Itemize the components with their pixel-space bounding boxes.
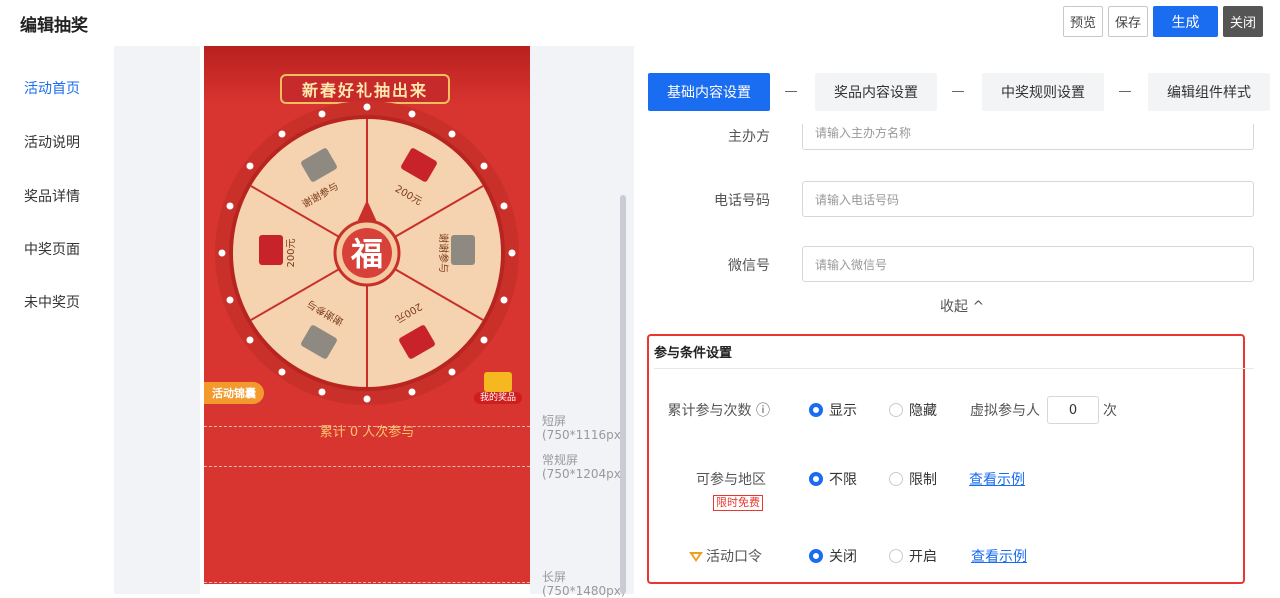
phone-preview[interactable]: 新春好礼抽出来 谢谢参与 200元 谢谢参与 200元 谢谢参与 200元 福 … <box>204 46 530 584</box>
short-screen-guide <box>204 426 530 427</box>
save-button[interactable]: 保存 <box>1108 6 1148 37</box>
phone-label: 电话号码 <box>714 193 770 209</box>
radio-limited-indicator <box>889 472 903 486</box>
activity-tips-tag[interactable]: 活动锦囊 <box>204 382 264 404</box>
radio-unlimited[interactable]: 不限 <box>809 469 857 489</box>
radio-show-indicator <box>809 403 823 417</box>
close-button[interactable]: 关闭 <box>1223 6 1263 37</box>
normal-screen-guide <box>204 466 530 467</box>
radio-off-indicator <box>809 549 823 563</box>
size-label-normal: 常规屏 (750*1204px) <box>542 453 626 481</box>
region-free-badge: 限时免费 <box>713 495 763 511</box>
sidebar-item-description[interactable]: 活动说明 <box>24 132 80 152</box>
radio-on[interactable]: 开启 <box>889 546 937 566</box>
sidebar-item-prize-details[interactable]: 奖品详情 <box>24 186 80 206</box>
generate-button[interactable]: 生成 <box>1153 6 1218 37</box>
size-label-short: 短屏 (750*1116px) <box>542 414 626 442</box>
page-title: 编辑抽奖 <box>20 16 88 36</box>
sidebar-item-winning-page[interactable]: 中奖页面 <box>24 239 80 259</box>
password-label: 活动口令 <box>706 549 762 565</box>
sidebar-item-home[interactable]: 活动首页 <box>24 78 80 98</box>
wechat-input[interactable]: 请输入微信号 <box>802 246 1254 282</box>
organizer-label: 主办方 <box>728 129 770 145</box>
radio-on-indicator <box>889 549 903 563</box>
radio-hide[interactable]: 隐藏 <box>889 400 937 420</box>
participant-count: 累计 0 人次参与 <box>319 425 415 440</box>
radio-limited[interactable]: 限制 <box>889 469 937 489</box>
wheel-center-label[interactable]: 福 <box>350 235 383 273</box>
gift-icon <box>484 372 512 392</box>
cumulative-label: 累计参与次数 ⓘ <box>667 403 770 419</box>
canvas-background-left <box>114 46 200 594</box>
phone-input[interactable]: 请输入电话号码 <box>802 181 1254 217</box>
collapse-toggle[interactable]: 收起 ^ <box>940 296 984 316</box>
radio-hide-indicator <box>889 403 903 417</box>
vip-icon <box>689 548 703 562</box>
conditions-title: 参与条件设置 <box>654 346 733 361</box>
prize-wheel[interactable]: 谢谢参与 200元 谢谢参与 200元 谢谢参与 200元 福 <box>212 98 522 408</box>
step-separator <box>785 91 797 92</box>
wechat-label: 微信号 <box>728 258 770 274</box>
my-prizes-tag[interactable]: 我的奖品 <box>474 368 522 408</box>
virtual-participants-label: 虚拟参与人 <box>970 403 1040 419</box>
radio-off[interactable]: 关闭 <box>809 546 857 566</box>
long-screen-guide <box>204 582 530 583</box>
conditions-divider <box>654 368 1254 369</box>
radio-show[interactable]: 显示 <box>809 400 857 420</box>
times-unit: 次 <box>1103 403 1117 419</box>
radio-unlimited-indicator <box>809 472 823 486</box>
step-prize-content[interactable]: 奖品内容设置 <box>815 73 937 111</box>
prize-label-3: 谢谢参与 <box>437 233 450 273</box>
step-separator <box>952 91 964 92</box>
clip-mask <box>640 112 1280 124</box>
canvas-background-right <box>530 46 634 594</box>
preview-button[interactable]: 预览 <box>1063 6 1103 37</box>
step-winning-rules[interactable]: 中奖规则设置 <box>982 73 1104 111</box>
step-basic-content[interactable]: 基础内容设置 <box>648 73 770 111</box>
top-bar: 编辑抽奖 预览 保存 生成 关闭 <box>0 0 1280 46</box>
step-separator <box>1119 91 1131 92</box>
prize-label-6: 200元 <box>286 238 297 267</box>
sidebar-item-losing-page[interactable]: 未中奖页 <box>24 292 80 312</box>
my-prizes-label: 我的奖品 <box>474 392 522 404</box>
preview-scrollbar[interactable] <box>620 195 626 594</box>
view-example-link[interactable]: 查看示例 <box>971 546 1027 566</box>
virtual-participants-input[interactable]: 0 <box>1047 396 1099 424</box>
sidebar: 活动首页 活动说明 奖品详情 中奖页面 未中奖页 <box>0 46 114 594</box>
region-label: 可参与地区 <box>696 472 766 488</box>
view-example-link[interactable]: 查看示例 <box>969 469 1025 489</box>
step-edit-styles[interactable]: 编辑组件样式 <box>1148 73 1270 111</box>
